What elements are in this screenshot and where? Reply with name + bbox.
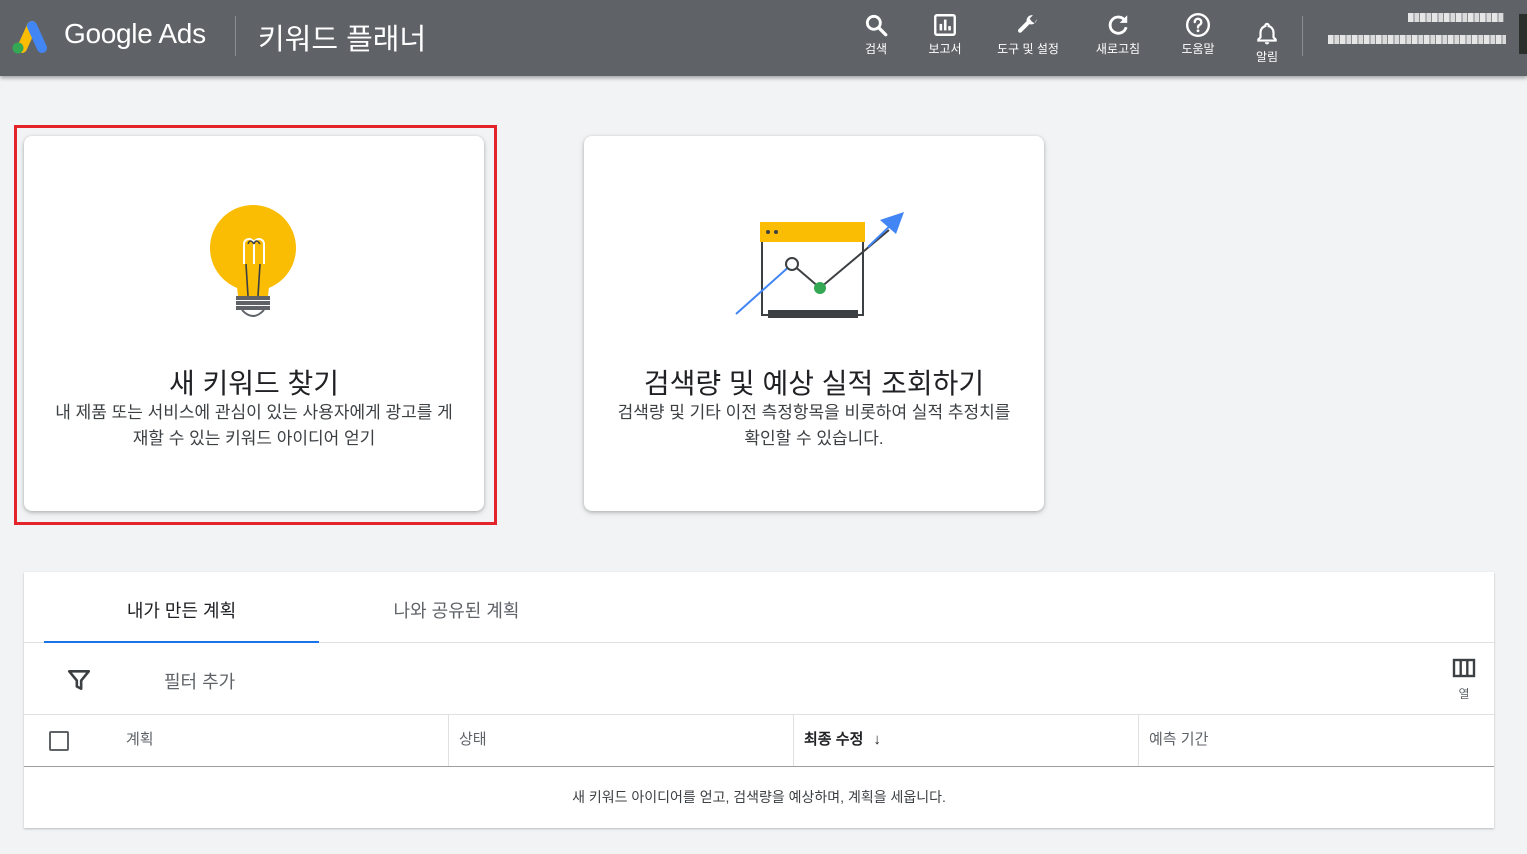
- search-volume-forecast-card[interactable]: 검색량 및 예상 실적 조회하기 검색량 및 기타 이전 측정항목을 비롯하여 …: [584, 136, 1044, 511]
- search-button-label: 검색: [864, 42, 888, 56]
- sort-descending-icon: ↓: [873, 731, 881, 748]
- wrench-icon: [1017, 15, 1037, 33]
- search-button[interactable]: 검색: [836, 12, 916, 57]
- tab-my-plans[interactable]: 내가 만든 계획: [44, 572, 319, 642]
- refresh-icon: [1108, 15, 1128, 35]
- column-header-plan[interactable]: 계획: [116, 715, 448, 766]
- table-header: 계획 상태 최종 수정 ↓ 예측 기간: [24, 715, 1494, 767]
- notifications-button-label: 알림: [1255, 50, 1279, 64]
- avatar[interactable]: [1519, 14, 1527, 54]
- columns-label: 열: [1458, 687, 1470, 701]
- top-app-bar: Google Ads 키워드 플래너 검색 보고서 도구 및 설정 새로고침 도…: [0, 0, 1527, 76]
- tools-settings-label: 도구 및 설정: [997, 42, 1059, 56]
- header-divider: [235, 16, 236, 56]
- empty-table-message: 새 키워드 아이디어를 얻고, 검색량을 예상하며, 계획을 세웁니다.: [572, 789, 946, 805]
- column-header-status[interactable]: 상태: [448, 715, 793, 766]
- highlight-box: [14, 125, 497, 525]
- column-header-last-modified[interactable]: 최종 수정 ↓: [793, 715, 1138, 766]
- add-filter-button[interactable]: 필터 추가: [164, 668, 235, 694]
- filter-bar: 필터 추가 열: [24, 643, 1494, 715]
- reports-icon: [934, 14, 956, 36]
- toolbar-divider: [1302, 16, 1303, 56]
- reports-button-label: 보고서: [928, 42, 962, 56]
- columns-button[interactable]: 열: [1444, 657, 1484, 702]
- notifications-button[interactable]: 알림: [1227, 20, 1307, 65]
- card-description: 검색량 및 기타 이전 측정항목을 비롯하여 실적 추정치를 확인할 수 있습니…: [617, 403, 1011, 448]
- page-title: 키워드 플래너: [258, 24, 427, 56]
- google-ads-logo-icon[interactable]: [10, 18, 50, 54]
- plans-panel: 내가 만든 계획 나와 공유된 계획 필터 추가 열 계획 상태 최종 수정 ↓ …: [24, 572, 1494, 828]
- card-title: 검색량 및 예상 실적 조회하기: [643, 368, 985, 399]
- reports-button[interactable]: 보고서: [905, 12, 985, 57]
- tab-shared-plans[interactable]: 나와 공유된 계획: [319, 572, 594, 642]
- search-icon: [865, 14, 888, 37]
- column-header-forecast-period[interactable]: 예측 기간: [1138, 715, 1494, 766]
- help-icon: [1185, 12, 1211, 38]
- columns-icon: [1452, 658, 1476, 678]
- account-info-redacted[interactable]: [1328, 13, 1508, 53]
- brand-name[interactable]: Google Ads: [64, 18, 206, 50]
- help-button-label: 도움말: [1181, 42, 1215, 56]
- plans-tabs: 내가 만든 계획 나와 공유된 계획: [24, 572, 1494, 643]
- filter-icon[interactable]: [66, 667, 92, 693]
- help-button[interactable]: 도움말: [1158, 12, 1238, 57]
- tools-settings-button[interactable]: 도구 및 설정: [988, 12, 1068, 57]
- bell-icon: [1257, 22, 1277, 45]
- trend-chart-icon: [735, 212, 904, 318]
- refresh-button[interactable]: 새로고침: [1078, 12, 1158, 57]
- select-all-checkbox[interactable]: [49, 731, 69, 751]
- refresh-button-label: 새로고침: [1095, 42, 1141, 56]
